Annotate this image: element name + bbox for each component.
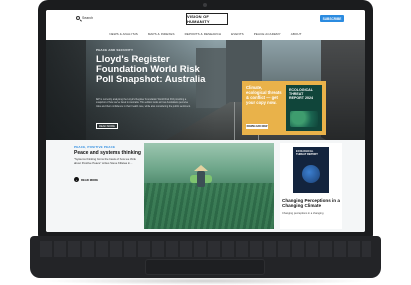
nav-item-news[interactable]: NEWS & ANALYSIS	[109, 32, 137, 36]
read-more-label: READ MORE	[81, 177, 99, 182]
subscribe-button[interactable]: SUBSCRIBE	[320, 15, 344, 22]
search-box[interactable]: Search	[76, 16, 93, 20]
trackpad[interactable]	[145, 259, 265, 275]
farmer-body	[197, 171, 205, 187]
nav-item-maps[interactable]: MAPS & INDEXES	[148, 32, 175, 36]
feature-body: "Systems thinking forms the basis of how…	[74, 157, 136, 165]
feature-title[interactable]: Peace and systems thinking	[74, 150, 141, 156]
nav-item-reports[interactable]: REPORTS & RESEARCH	[185, 32, 222, 36]
feature-read-more[interactable]: › READ MORE	[74, 177, 98, 182]
card-cover-title: ECOLOGICAL THREAT REPORT	[296, 150, 318, 156]
feature-category[interactable]: PEACE, POSITIVE PEACE	[74, 145, 115, 149]
farmer-figure	[190, 165, 212, 199]
card-body: Changing perceptions in a changing	[282, 212, 324, 215]
report-promo[interactable]: Climate, ecological threats & conflict —…	[242, 81, 326, 135]
hero-banner: PEACE AND SECURITY Lloyd's Register Foun…	[46, 40, 365, 140]
keyboard	[30, 236, 381, 278]
content-section: PEACE, POSITIVE PEACE Peace and systems …	[46, 140, 365, 232]
laptop-shadow	[40, 277, 371, 285]
report-art	[290, 111, 318, 127]
arrow-right-icon: ›	[74, 177, 79, 182]
feature-photo[interactable]	[144, 143, 274, 229]
search-icon	[76, 16, 80, 20]
site-logo[interactable]: VISION OF HUMANITY	[186, 13, 228, 25]
nav-item-academy[interactable]: PEACE ACADEMY	[254, 32, 281, 36]
report-cover[interactable]: ECOLOGICAL THREAT REPORT 2024	[286, 85, 322, 131]
conical-hat	[194, 165, 208, 171]
main-nav: NEWS & ANALYSIS MAPS & INDEXES REPORTS &…	[46, 28, 365, 40]
search-label: Search	[82, 16, 94, 20]
report-card[interactable]: ECOLOGICAL THREAT REPORT Changing Percep…	[280, 143, 342, 229]
website-screen: Search VISION OF HUMANITY SUBSCRIBE NEWS…	[46, 10, 365, 232]
report-title: ECOLOGICAL THREAT REPORT 2024	[289, 88, 313, 101]
nav-item-about[interactable]: ABOUT	[291, 32, 302, 36]
nav-item-events[interactable]: EVENTS	[231, 32, 244, 36]
rice-field	[144, 183, 274, 229]
hero-read-more-button[interactable]: READ MORE	[96, 123, 118, 129]
globe-icon	[302, 165, 320, 183]
hero-title[interactable]: Lloyd's Register Foundation World Risk P…	[96, 55, 206, 85]
promo-text: Climate, ecological threats & conflict —…	[246, 85, 282, 105]
hero-rail	[234, 102, 235, 140]
hero-building	[321, 40, 365, 140]
hero-tag: PEACE AND SECURITY	[96, 48, 134, 52]
site-header: Search VISION OF HUMANITY SUBSCRIBE	[46, 10, 365, 28]
key-row	[40, 241, 371, 257]
card-cover[interactable]: ECOLOGICAL THREAT REPORT	[293, 147, 329, 193]
card-title[interactable]: Changing Perceptions in a Changing Clima…	[282, 198, 342, 209]
download-button[interactable]: DOWNLOAD NOW	[246, 124, 268, 129]
laptop-scene: Search VISION OF HUMANITY SUBSCRIBE NEWS…	[0, 0, 411, 285]
hero-body: IEP is currently analysing the Lloyd's R…	[96, 98, 191, 108]
camera-icon	[203, 3, 207, 7]
